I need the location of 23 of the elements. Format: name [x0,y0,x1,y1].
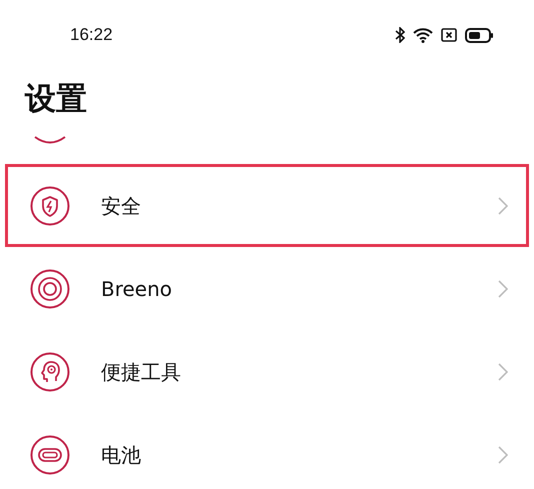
item-label: Breeno [101,276,174,302]
chevron-icon [498,280,508,298]
target-icon [30,268,70,308]
settings-item[interactable]: Breeno [5,247,529,330]
bluetooth-icon [395,27,405,43]
chevron-icon [498,362,508,380]
item-label: 安全 [101,192,142,220]
item-label: 便捷工具 [101,358,182,386]
chevron-icon [498,446,508,464]
head-icon [30,352,70,392]
item-label: 电池 [101,442,142,468]
page-title: 设置 [25,84,87,114]
settings-item[interactable]: 电池 [5,413,529,489]
chevron-icon [498,196,508,214]
settings-item[interactable]: 安全 [5,164,529,247]
icon-edge-icon [34,136,66,144]
settings-item[interactable]: 便捷工具 [5,330,529,413]
status-time: 16:22 [70,24,113,46]
battery-status-icon [465,28,494,42]
no-sim-icon [441,28,457,42]
shield-icon [30,186,70,226]
battery-icon [30,434,70,474]
wifi-icon [413,27,433,43]
